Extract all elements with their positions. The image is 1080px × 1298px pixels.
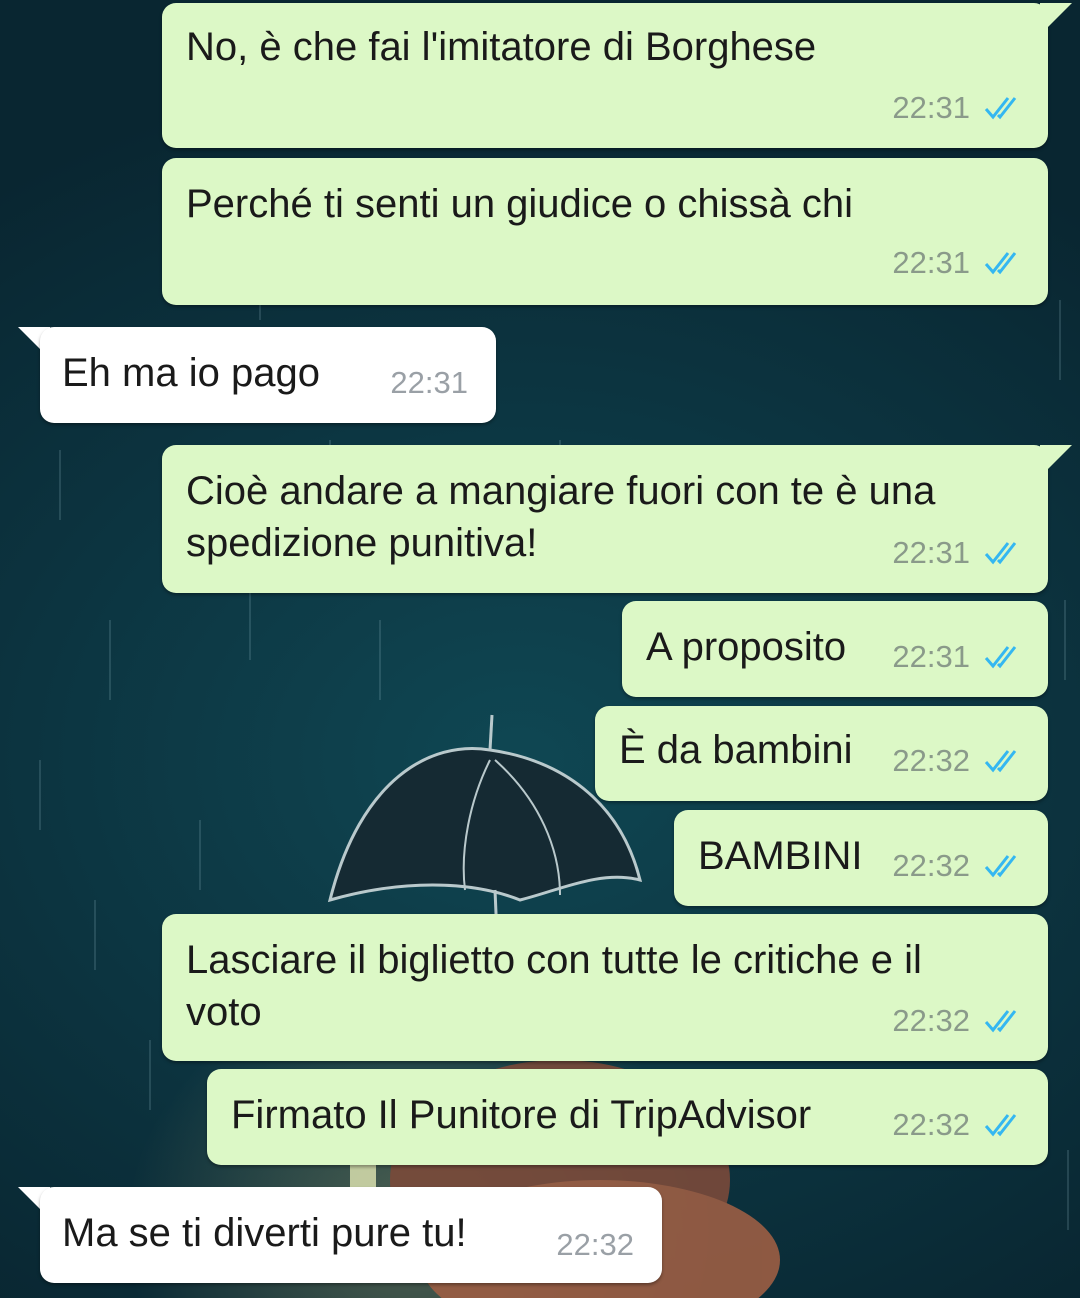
message-meta: 22:32 — [892, 995, 1024, 1047]
bubble-tail — [1040, 3, 1072, 35]
message-time: 22:31 — [892, 639, 970, 674]
message-text: Lasciare il biglietto con tutte le criti… — [186, 938, 922, 1034]
message-text: Perché ti senti un giudice o chissà chi — [186, 182, 854, 226]
double-check-read-icon — [984, 542, 1017, 565]
message-time: 22:31 — [892, 535, 970, 570]
double-check-read-icon — [984, 1010, 1017, 1033]
message-text: Cioè andare a mangiare fuori con te è un… — [186, 469, 936, 565]
message-bubble-outgoing[interactable]: Perché ti senti un giudice o chissà chi … — [162, 158, 1048, 305]
message-bubble-outgoing[interactable]: A proposito 22:31 — [622, 601, 1048, 697]
bubble-tail — [1040, 445, 1072, 477]
message-time: 22:32 — [892, 1107, 970, 1142]
message-meta: 22:31 — [892, 237, 1024, 289]
double-check-read-icon — [984, 252, 1017, 275]
message-text: Firmato Il Punitore di TripAdvisor — [231, 1093, 812, 1137]
double-check-read-icon — [984, 646, 1017, 669]
message-bubble-incoming[interactable]: Ma se ti diverti pure tu! 22:32 — [40, 1187, 662, 1283]
message-bubble-outgoing[interactable]: No, è che fai l'imitatore di Borghese 22… — [162, 3, 1048, 148]
message-meta: 22:32 — [892, 1099, 1024, 1151]
message-time: 22:32 — [556, 1227, 634, 1262]
message-bubble-outgoing[interactable]: Cioè andare a mangiare fuori con te è un… — [162, 445, 1048, 593]
message-meta: 22:32 — [556, 1219, 634, 1271]
message-meta: 22:32 — [892, 735, 1024, 787]
message-meta: 22:31 — [892, 631, 1024, 683]
message-text: BAMBINI — [698, 834, 863, 878]
message-text: È da bambini — [619, 728, 853, 772]
message-bubble-incoming[interactable]: Eh ma io pago 22:31 — [40, 327, 496, 423]
message-meta: 22:32 — [892, 840, 1024, 892]
message-text: Ma se ti diverti pure tu! — [62, 1211, 467, 1255]
message-time: 22:32 — [892, 743, 970, 778]
message-time: 22:31 — [892, 90, 970, 125]
message-time: 22:32 — [892, 1003, 970, 1038]
message-bubble-outgoing[interactable]: BAMBINI 22:32 — [674, 810, 1048, 906]
message-bubble-outgoing[interactable]: È da bambini 22:32 — [595, 706, 1048, 801]
message-time: 22:32 — [892, 848, 970, 883]
message-meta: 22:31 — [892, 527, 1024, 579]
message-time: 22:31 — [390, 365, 468, 400]
message-meta: 22:31 — [892, 82, 1024, 134]
message-text: Eh ma io pago — [62, 351, 320, 395]
double-check-read-icon — [984, 97, 1017, 120]
message-time: 22:31 — [892, 245, 970, 280]
message-bubble-outgoing[interactable]: Lasciare il biglietto con tutte le criti… — [162, 914, 1048, 1061]
double-check-read-icon — [984, 855, 1017, 878]
message-meta: 22:31 — [390, 357, 468, 409]
message-text: A proposito — [646, 625, 847, 669]
message-text: No, è che fai l'imitatore di Borghese — [186, 25, 817, 69]
double-check-read-icon — [984, 750, 1017, 773]
double-check-read-icon — [984, 1114, 1017, 1137]
message-bubble-outgoing[interactable]: Firmato Il Punitore di TripAdvisor 22:32 — [207, 1069, 1048, 1165]
